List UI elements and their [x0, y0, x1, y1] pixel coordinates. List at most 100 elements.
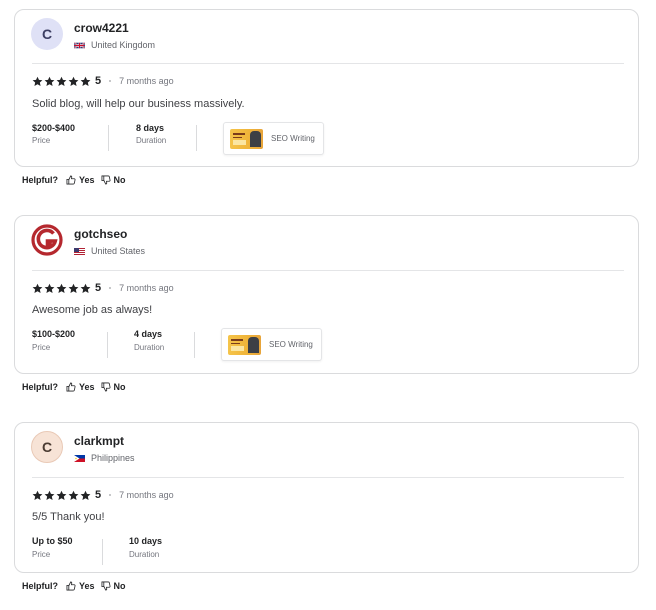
review-time: 7 months ago	[119, 283, 174, 293]
helpful-no-button[interactable]: No	[101, 581, 126, 591]
duration-value: 8 days	[136, 123, 165, 133]
divider	[108, 125, 109, 151]
thumbs-up-icon	[66, 382, 76, 392]
rating-row: 5 7 months ago	[32, 488, 174, 502]
star-icon	[44, 490, 55, 500]
price-value: $100-$200	[32, 329, 76, 339]
helpful-label: Helpful?	[22, 175, 58, 185]
helpful-yes-button[interactable]: Yes	[66, 382, 95, 392]
country-name: Philippines	[91, 453, 135, 463]
thumbs-up-icon	[66, 175, 76, 185]
star-icon	[80, 490, 91, 500]
star-icon	[32, 283, 43, 293]
reviewer-country: United Kingdom	[74, 40, 155, 50]
helpful-label: Helpful?	[22, 382, 58, 392]
duration-label: Duration	[129, 550, 160, 559]
gotchseo-logo-icon	[31, 224, 63, 256]
price-value: $200-$400	[32, 123, 76, 133]
divider	[32, 63, 624, 64]
thumbs-down-icon	[101, 175, 111, 185]
review-time: 7 months ago	[119, 490, 174, 500]
duration-label: Duration	[134, 343, 165, 352]
rating-score: 5	[95, 282, 102, 294]
star-icon	[80, 76, 91, 86]
star-icon	[56, 76, 67, 86]
gig-thumbnail	[230, 128, 263, 149]
star-icon	[68, 283, 79, 293]
star-icon	[68, 490, 79, 500]
country-name: United Kingdom	[91, 40, 156, 50]
star-icon	[32, 76, 43, 86]
separator-dot	[109, 287, 112, 289]
divider	[196, 125, 197, 151]
gig-title: SEO Writing	[269, 340, 313, 349]
review-card: C clarkmpt Philippines 5 7 months ago 5/…	[14, 422, 639, 573]
gig-link[interactable]: SEO Writing	[221, 328, 322, 361]
avatar[interactable]	[31, 224, 63, 256]
review-card: C crow4221 United Kingdom 5 7 months ago…	[14, 9, 639, 167]
star-rating	[32, 490, 92, 501]
divider	[107, 332, 108, 358]
review-text: Solid blog, will help our business massi…	[32, 98, 245, 110]
star-icon	[68, 76, 79, 86]
price-label: Price	[32, 550, 51, 559]
reviewer-country: Philippines	[74, 453, 135, 463]
rating-row: 5 7 months ago	[32, 74, 174, 88]
star-icon	[80, 283, 91, 293]
divider	[194, 332, 195, 358]
review-card: gotchseo United States 5 7 months ago Aw…	[14, 215, 639, 374]
divider	[32, 477, 624, 478]
review-text: Awesome job as always!	[32, 304, 153, 316]
philippines-flag-icon	[74, 454, 85, 462]
star-icon	[44, 76, 55, 86]
duration-value: 10 days	[129, 536, 163, 546]
divider	[102, 539, 103, 565]
helpful-yes-button[interactable]: Yes	[66, 175, 95, 185]
review-time: 7 months ago	[119, 76, 174, 86]
helpful-no-button[interactable]: No	[101, 382, 126, 392]
helpful-label: Helpful?	[22, 581, 58, 591]
rating-score: 5	[95, 489, 102, 501]
gig-thumbnail	[228, 334, 261, 355]
rating-row: 5 7 months ago	[32, 281, 174, 295]
username[interactable]: clarkmpt	[74, 434, 124, 448]
rating-score: 5	[95, 75, 102, 87]
helpful-no-label: No	[113, 175, 126, 185]
helpful-row: Helpful? Yes No	[22, 380, 132, 394]
gig-link[interactable]: SEO Writing	[223, 122, 324, 155]
thumbs-up-icon	[66, 581, 76, 591]
price-label: Price	[32, 343, 51, 352]
review-text: 5/5 Thank you!	[32, 511, 105, 523]
country-name: United States	[91, 246, 146, 256]
star-icon	[32, 490, 43, 500]
helpful-no-label: No	[113, 382, 126, 392]
separator-dot	[109, 80, 112, 82]
star-icon	[44, 283, 55, 293]
star-rating	[32, 76, 92, 87]
star-rating	[32, 283, 92, 294]
helpful-yes-label: Yes	[79, 175, 95, 185]
thumbs-down-icon	[101, 382, 111, 392]
avatar[interactable]: C	[31, 18, 63, 50]
helpful-yes-button[interactable]: Yes	[66, 581, 95, 591]
helpful-row: Helpful? Yes No	[22, 173, 132, 187]
us-flag-icon	[74, 247, 85, 255]
avatar[interactable]: C	[31, 431, 63, 463]
duration-label: Duration	[136, 136, 167, 145]
divider	[32, 270, 624, 271]
star-icon	[56, 283, 67, 293]
username[interactable]: gotchseo	[74, 227, 127, 241]
duration-value: 4 days	[134, 329, 163, 339]
separator-dot	[109, 494, 112, 496]
uk-flag-icon	[74, 41, 85, 49]
username[interactable]: crow4221	[74, 21, 129, 35]
thumbs-down-icon	[101, 581, 111, 591]
price-label: Price	[32, 136, 51, 145]
helpful-row: Helpful? Yes No	[22, 579, 132, 593]
helpful-no-label: No	[113, 581, 126, 591]
helpful-no-button[interactable]: No	[101, 175, 126, 185]
star-icon	[56, 490, 67, 500]
helpful-yes-label: Yes	[79, 382, 95, 392]
price-value: Up to $50	[32, 536, 73, 546]
reviewer-country: United States	[74, 246, 145, 256]
